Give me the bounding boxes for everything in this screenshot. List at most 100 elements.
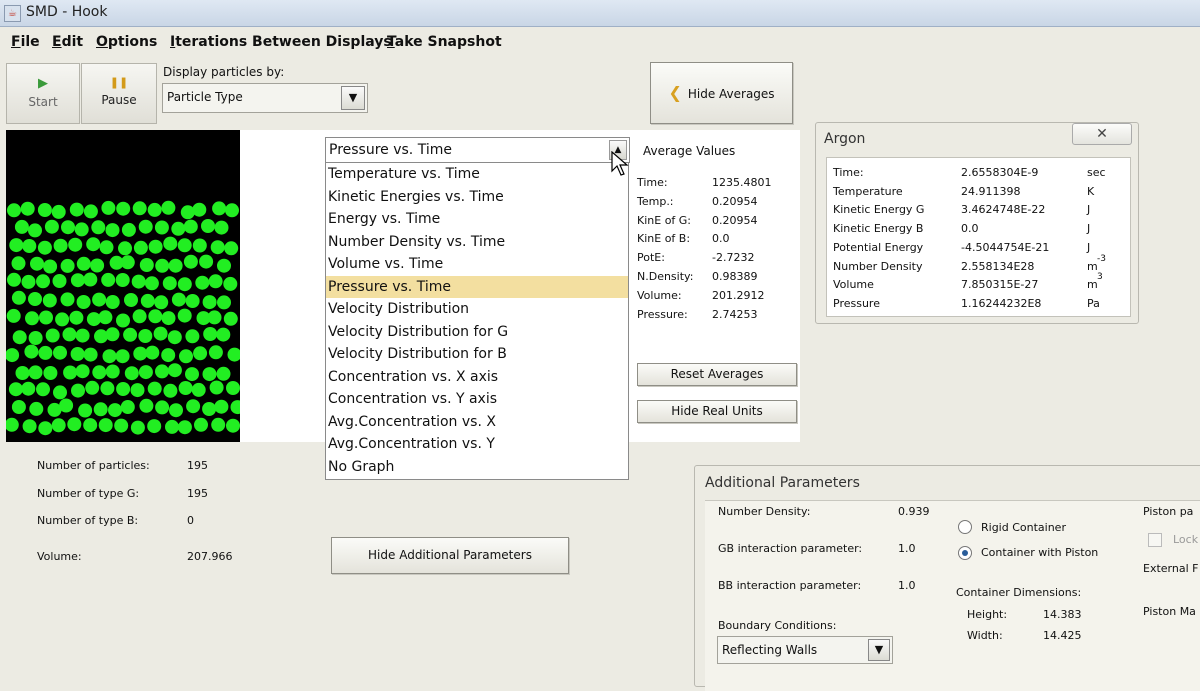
particle <box>133 240 148 255</box>
graph-type-value: Pressure vs. Time <box>329 142 452 158</box>
particle <box>43 259 58 274</box>
particle <box>76 295 91 309</box>
gb-parameter-value[interactable]: 1.0 <box>898 542 916 555</box>
number-density-value: 0.939 <box>898 505 930 518</box>
particle <box>51 418 66 433</box>
graph-option[interactable]: Volume vs. Time <box>326 253 628 276</box>
graph-option[interactable]: Velocity Distribution <box>326 298 628 321</box>
hide-additional-parameters-button[interactable]: Hide Additional Parameters <box>331 537 569 574</box>
argon-value: 2.558134E28 <box>961 259 1035 273</box>
average-value: 0.0 <box>712 232 730 246</box>
graph-option[interactable]: Number Density vs. Time <box>326 231 628 254</box>
average-value: 201.2912 <box>712 288 765 302</box>
argon-title: Argon <box>824 131 866 147</box>
particle <box>22 239 37 253</box>
particle <box>53 385 67 400</box>
particle <box>208 345 223 360</box>
graph-option[interactable]: Pressure vs. Time <box>326 275 628 298</box>
container-with-piston-radio[interactable] <box>958 546 972 560</box>
graph-option[interactable]: Concentration vs. Y axis <box>326 388 628 411</box>
hide-real-units-button[interactable]: Hide Real Units <box>637 400 797 423</box>
average-label: Time: <box>637 176 668 189</box>
particle <box>133 346 148 361</box>
average-label: PotE: <box>637 251 665 265</box>
menu-file[interactable]: File <box>11 34 40 50</box>
rigid-container-radio[interactable] <box>958 520 972 534</box>
particle <box>53 345 67 360</box>
particle <box>214 220 229 235</box>
menu-edit[interactable]: Edit <box>52 34 83 50</box>
particle <box>171 221 186 236</box>
particle <box>85 380 100 395</box>
particle <box>155 400 170 415</box>
particle <box>38 421 53 436</box>
particle <box>28 365 43 380</box>
argon-unit-exponent: 3 <box>1097 272 1103 283</box>
start-button[interactable]: ▶ Start <box>6 63 80 124</box>
pause-icon: ❚❚ <box>109 76 129 89</box>
particle <box>193 346 208 361</box>
argon-label: Potential Energy <box>833 240 924 254</box>
particle <box>212 201 227 216</box>
argon-unit: J <box>1087 222 1091 236</box>
particle <box>24 344 39 359</box>
graph-option[interactable]: Avg.Concentration vs. X <box>326 411 628 434</box>
particle <box>28 331 43 345</box>
graph-option[interactable]: Temperature vs. Time <box>326 163 628 186</box>
menu-iterations[interactable]: Iterations Between Displays <box>170 34 392 50</box>
argon-unit: sec <box>1087 166 1106 179</box>
graph-option[interactable]: Energy vs. Time <box>326 208 628 231</box>
particle <box>108 403 122 418</box>
particle <box>216 366 231 381</box>
graph-type-select[interactable]: Pressure vs. Time ▲ <box>325 137 630 163</box>
bb-parameter-value[interactable]: 1.0 <box>898 579 916 592</box>
graph-option[interactable]: Velocity Distribution for B <box>326 343 628 366</box>
particle <box>161 348 176 363</box>
particle <box>37 240 52 255</box>
particle <box>69 202 84 217</box>
graph-option[interactable]: Kinetic Energies vs. Time <box>326 186 628 209</box>
argon-unit-exponent: -3 <box>1097 253 1106 264</box>
particle <box>7 203 21 218</box>
chevron-down-icon[interactable]: ▼ <box>868 639 890 661</box>
particle <box>202 367 217 382</box>
particle <box>6 348 20 363</box>
particle-field <box>6 200 240 436</box>
boundary-conditions-select[interactable]: Reflecting Walls ▼ <box>717 636 893 664</box>
close-icon[interactable]: ✕ <box>1072 123 1132 145</box>
menu-take-snapshot[interactable]: Take Snapshot <box>387 34 502 50</box>
particle <box>192 202 207 217</box>
display-particles-select[interactable]: Particle Type ▼ <box>162 83 368 113</box>
particle <box>217 258 231 273</box>
particle <box>116 382 131 396</box>
particle <box>194 417 208 432</box>
particle <box>28 292 42 306</box>
particle <box>226 381 240 395</box>
particle <box>199 254 214 269</box>
particle <box>161 200 176 215</box>
average-values-title: Average Values <box>643 144 736 158</box>
chevron-down-icon[interactable]: ▼ <box>341 86 365 110</box>
particle <box>120 400 135 414</box>
menu-options[interactable]: Options <box>96 34 157 50</box>
hide-averages-button[interactable]: ❮ Hide Averages <box>650 62 793 124</box>
pause-button[interactable]: ❚❚ Pause <box>81 63 157 124</box>
gb-parameter-label: GB interaction parameter: <box>718 542 863 555</box>
particle <box>155 364 169 379</box>
graph-option[interactable]: Velocity Distribution for G <box>326 321 628 344</box>
graph-type-options: Temperature vs. Time Kinetic Energies vs.… <box>325 162 629 480</box>
average-value: 2.74253 <box>712 307 758 321</box>
graph-option[interactable]: Concentration vs. X axis <box>326 366 628 389</box>
reset-averages-button[interactable]: Reset Averages <box>637 363 797 386</box>
average-label: KinE of G: <box>637 213 692 227</box>
piston-mass-label: Piston Ma <box>1143 605 1196 618</box>
particle <box>131 274 146 289</box>
particle <box>163 383 178 398</box>
stat-label-particles: Number of particles: <box>37 459 150 472</box>
additional-parameters-title: Additional Parameters <box>705 475 860 491</box>
graph-option[interactable]: Avg.Concentration vs. Y <box>326 433 628 456</box>
graph-option[interactable]: No Graph <box>326 456 628 479</box>
lock-checkbox[interactable] <box>1148 533 1162 547</box>
particle <box>132 309 147 324</box>
particle <box>202 402 217 416</box>
